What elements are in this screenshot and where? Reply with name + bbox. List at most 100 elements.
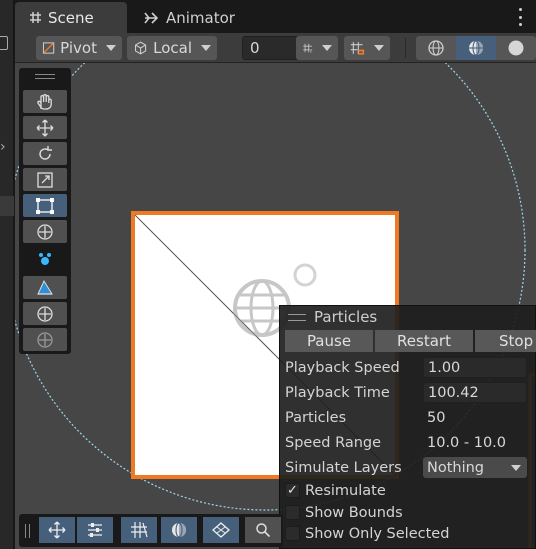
playback-time-label: Playback Time bbox=[285, 385, 390, 401]
edit-shape-button[interactable] bbox=[23, 276, 67, 299]
tool-palette bbox=[19, 68, 71, 354]
chevron-down-icon bbox=[106, 45, 116, 51]
hand-tool-button[interactable] bbox=[23, 90, 67, 113]
edit-shape-icon bbox=[37, 279, 53, 295]
particles-header[interactable]: Particles bbox=[280, 306, 535, 328]
tab-strip: Scene Animator bbox=[14, 0, 536, 33]
gizmo-icon bbox=[37, 331, 53, 348]
move-tool-button[interactable] bbox=[23, 116, 67, 139]
snap-magnet-icon bbox=[350, 42, 365, 55]
show-bounds-label: Show Bounds bbox=[305, 505, 403, 521]
local-dropdown[interactable]: Local bbox=[127, 36, 217, 60]
move-arrows-icon bbox=[48, 521, 66, 539]
resimulate-label: Resimulate bbox=[305, 483, 386, 499]
particles-count-value: 50 bbox=[427, 409, 446, 426]
particles-count-label: Particles bbox=[285, 410, 347, 426]
scale-tool-button[interactable] bbox=[23, 168, 67, 191]
hand-icon bbox=[37, 93, 52, 110]
particle-effect-icon bbox=[39, 253, 51, 265]
wireframe-sphere-icon bbox=[428, 40, 444, 56]
tab-scene[interactable]: Scene bbox=[15, 2, 127, 33]
chevron-down-icon bbox=[374, 45, 384, 51]
cube-icon bbox=[134, 41, 147, 55]
drag-handle-icon[interactable] bbox=[35, 74, 55, 79]
shaded-sphere-icon bbox=[508, 40, 524, 56]
playback-time-field[interactable]: 100.42 bbox=[423, 382, 527, 403]
grid-snap-icon: Y bbox=[303, 43, 312, 55]
speed-range-label: Speed Range bbox=[285, 435, 382, 451]
particles-overlay: Particles Pause Restart Stop Playback Sp… bbox=[279, 305, 536, 549]
collapse-box-icon[interactable] bbox=[0, 36, 8, 50]
custom-tool-button-1[interactable] bbox=[23, 302, 67, 325]
transform-icon bbox=[37, 223, 53, 240]
tab-animator[interactable]: Animator bbox=[140, 2, 280, 33]
show-only-selected-label: Show Only Selected bbox=[305, 526, 450, 542]
resimulate-checkbox[interactable]: ✓ bbox=[285, 483, 300, 498]
rotate-icon bbox=[39, 145, 52, 160]
show-only-selected-checkbox[interactable] bbox=[285, 526, 300, 541]
navmesh-icon bbox=[212, 522, 230, 538]
toolbar-separator bbox=[405, 38, 406, 58]
pause-label: Pause bbox=[306, 332, 352, 350]
rect-tool-button[interactable] bbox=[23, 194, 67, 217]
search-icon bbox=[256, 523, 271, 538]
stop-button[interactable]: Stop bbox=[475, 330, 536, 352]
simulate-layers-dropdown[interactable]: Nothing bbox=[423, 457, 527, 478]
rotate-tool-button[interactable] bbox=[23, 142, 67, 165]
sliders-icon bbox=[88, 523, 102, 537]
pivot-dropdown[interactable]: Pivot bbox=[36, 36, 122, 60]
playback-speed-field[interactable]: 1.00 bbox=[423, 357, 527, 378]
snap-increment-dropdown[interactable] bbox=[344, 36, 390, 60]
bottom-overlay-toolbar bbox=[19, 514, 283, 547]
svg-text:Y: Y bbox=[308, 49, 312, 55]
grid-visibility-button[interactable] bbox=[121, 517, 157, 543]
shaded-wireframe-sphere-icon bbox=[469, 40, 483, 56]
chevron-down-icon bbox=[322, 45, 332, 51]
restart-button[interactable]: Restart bbox=[375, 330, 473, 352]
shaded-wireframe-sphere-icon bbox=[172, 522, 186, 538]
shaded-button[interactable] bbox=[496, 36, 536, 60]
tab-scene-label: Scene bbox=[48, 8, 94, 27]
show-bounds-checkbox[interactable] bbox=[285, 505, 300, 520]
zoom-field[interactable]: 0 bbox=[242, 36, 304, 60]
settings-button[interactable] bbox=[77, 517, 113, 543]
grid-icon bbox=[30, 12, 41, 23]
scene-toolbar: Pivot Local 0 Y bbox=[15, 33, 536, 63]
draw-mode-button[interactable] bbox=[161, 517, 197, 543]
stop-label: Stop bbox=[499, 332, 534, 350]
more-options-icon[interactable] bbox=[516, 8, 524, 26]
draw-mode-group bbox=[416, 36, 536, 60]
grid-snap-dropdown[interactable]: Y bbox=[296, 36, 338, 60]
custom-tool-button-2[interactable] bbox=[23, 328, 67, 351]
pause-button[interactable]: Pause bbox=[285, 330, 373, 352]
chevron-right-icon[interactable]: › bbox=[0, 140, 8, 154]
move-arrows-icon bbox=[36, 119, 54, 136]
speed-range-value: 10.0 - 10.0 bbox=[427, 434, 507, 451]
checkmark-icon: ✓ bbox=[287, 483, 298, 498]
particle-tool-button[interactable] bbox=[23, 248, 67, 270]
particles-title: Particles bbox=[314, 308, 378, 326]
local-label: Local bbox=[153, 39, 192, 57]
transform-tool-button[interactable] bbox=[23, 220, 67, 243]
zoom-value: 0 bbox=[250, 39, 260, 57]
simulate-layers-label: Simulate Layers bbox=[285, 460, 402, 476]
chevron-down-icon bbox=[511, 464, 521, 471]
playback-speed-label: Playback Speed bbox=[285, 360, 400, 376]
search-button[interactable] bbox=[245, 517, 281, 543]
drag-handle-icon bbox=[288, 313, 306, 321]
pivot-icon bbox=[42, 42, 55, 54]
left-gutter: › bbox=[0, 0, 14, 549]
shaded-wireframe-button[interactable] bbox=[456, 36, 496, 60]
simulate-layers-value: Nothing bbox=[427, 459, 485, 476]
gizmo-icon bbox=[37, 305, 53, 322]
restart-label: Restart bbox=[397, 332, 451, 350]
navmesh-button[interactable] bbox=[203, 517, 239, 543]
chevron-down-icon bbox=[201, 45, 211, 51]
wireframe-button[interactable] bbox=[416, 36, 456, 60]
drag-handle-icon[interactable] bbox=[25, 524, 30, 538]
selected-row-marker bbox=[0, 196, 14, 216]
move-gizmo-button[interactable] bbox=[39, 517, 75, 543]
pivot-label: Pivot bbox=[60, 39, 97, 57]
grid-icon bbox=[131, 522, 148, 538]
animator-icon bbox=[144, 11, 159, 24]
